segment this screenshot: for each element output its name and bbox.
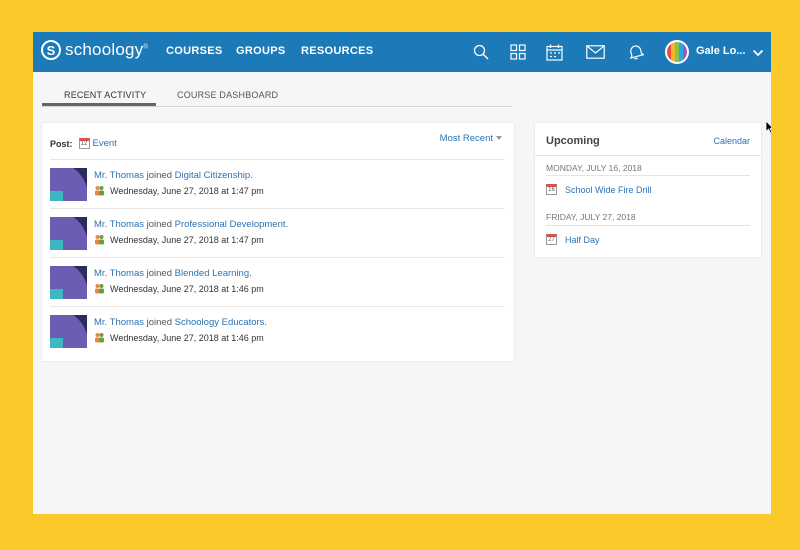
event-title[interactable]: School Wide Fire Drill <box>565 185 652 195</box>
actor-link[interactable]: Mr. Thomas <box>94 317 144 328</box>
feed-verb: joined <box>146 268 172 279</box>
upcoming-title: Upcoming <box>546 135 600 147</box>
actor-link[interactable]: Mr. Thomas <box>94 170 144 181</box>
sort-dropdown[interactable]: Most Recent <box>440 133 502 144</box>
feed-timestamp: Wednesday, June 27, 2018 at 1:46 pm <box>110 332 264 343</box>
post-bar: Post: 12 Event <box>50 138 117 149</box>
sort-label: Most Recent <box>439 133 493 144</box>
mail-icon[interactable] <box>584 41 606 63</box>
schoology-logo[interactable]: S schoology® <box>41 40 148 60</box>
group-link[interactable]: Digital Citizenship <box>175 170 251 181</box>
group-thumbnail[interactable] <box>50 168 87 201</box>
group-thumbnail[interactable] <box>50 315 87 348</box>
feed-timestamp: Wednesday, June 27, 2018 at 1:46 pm <box>110 283 264 294</box>
group-thumbnail[interactable] <box>50 217 87 250</box>
upcoming-event[interactable]: 27 Half Day <box>546 234 600 245</box>
post-event-link[interactable]: Event <box>93 138 117 149</box>
nav-groups[interactable]: GROUPS <box>236 45 285 57</box>
divider <box>535 155 761 156</box>
user-name[interactable]: Gale Lo... <box>696 45 746 57</box>
mouse-cursor-icon <box>765 120 771 139</box>
tab-course-dashboard[interactable]: COURSE DASHBOARD <box>177 90 278 100</box>
event-calendar-icon[interactable]: 12 <box>78 138 90 149</box>
group-link[interactable]: Schoology Educators <box>175 317 265 328</box>
feed-verb: joined <box>146 317 172 328</box>
group-members-icon <box>94 185 105 196</box>
nav-courses[interactable]: COURSES <box>166 45 223 57</box>
feed-verb: joined <box>146 170 172 181</box>
feed-item: Mr. Thomas joined Schoology Educators. W… <box>50 307 505 356</box>
event-calendar-icon: 16 <box>546 184 557 195</box>
registered-mark: ® <box>143 44 148 51</box>
feed-timestamp: Wednesday, June 27, 2018 at 1:47 pm <box>110 185 264 196</box>
caret-down-icon <box>496 136 502 141</box>
group-members-icon <box>94 283 105 294</box>
upcoming-event[interactable]: 16 School Wide Fire Drill <box>546 184 652 195</box>
chevron-down-icon[interactable] <box>752 45 764 63</box>
logo-text: schoology <box>65 40 144 59</box>
group-link[interactable]: Professional Development <box>175 219 286 230</box>
feed-item: Mr. Thomas joined Professional Developme… <box>50 209 505 258</box>
tab-recent-activity[interactable]: RECENT ACTIVITY <box>64 90 146 100</box>
group-members-icon <box>94 332 105 343</box>
feed-item: Mr. Thomas joined Blended Learning. Wedn… <box>50 258 505 307</box>
upcoming-date: MONDAY, JULY 16, 2018 <box>546 163 642 173</box>
divider <box>546 175 750 176</box>
group-members-icon <box>94 234 105 245</box>
top-navigation: S schoology® COURSES GROUPS RESOURCES Ga… <box>33 32 771 72</box>
calendar-link[interactable]: Calendar <box>713 136 750 146</box>
post-label: Post: <box>50 138 73 149</box>
upcoming-date: FRIDAY, JULY 27, 2018 <box>546 212 636 222</box>
active-tab-indicator <box>42 103 156 106</box>
recent-activity-card: Post: 12 Event Most Recent Mr. Thomas jo… <box>42 123 514 361</box>
actor-link[interactable]: Mr. Thomas <box>94 219 144 230</box>
search-icon[interactable] <box>470 41 492 63</box>
feed-verb: joined <box>146 219 172 230</box>
calendar-icon[interactable] <box>543 41 565 63</box>
logo-mark-icon: S <box>41 40 61 60</box>
feed-item: Mr. Thomas joined Digital Citizenship. W… <box>50 160 505 209</box>
bell-icon[interactable] <box>625 41 647 63</box>
event-title[interactable]: Half Day <box>565 235 600 245</box>
group-link[interactable]: Blended Learning <box>175 268 249 279</box>
user-avatar[interactable] <box>665 40 689 64</box>
apps-grid-icon[interactable] <box>507 41 529 63</box>
dashboard-tabs: RECENT ACTIVITY COURSE DASHBOARD <box>42 86 512 107</box>
actor-link[interactable]: Mr. Thomas <box>94 268 144 279</box>
divider <box>546 225 750 226</box>
app-window: S schoology® COURSES GROUPS RESOURCES Ga… <box>33 32 771 514</box>
upcoming-card: Upcoming Calendar MONDAY, JULY 16, 2018 … <box>535 123 761 257</box>
event-calendar-icon: 27 <box>546 234 557 245</box>
group-thumbnail[interactable] <box>50 266 87 299</box>
feed-timestamp: Wednesday, June 27, 2018 at 1:47 pm <box>110 234 264 245</box>
nav-resources[interactable]: RESOURCES <box>301 45 373 57</box>
